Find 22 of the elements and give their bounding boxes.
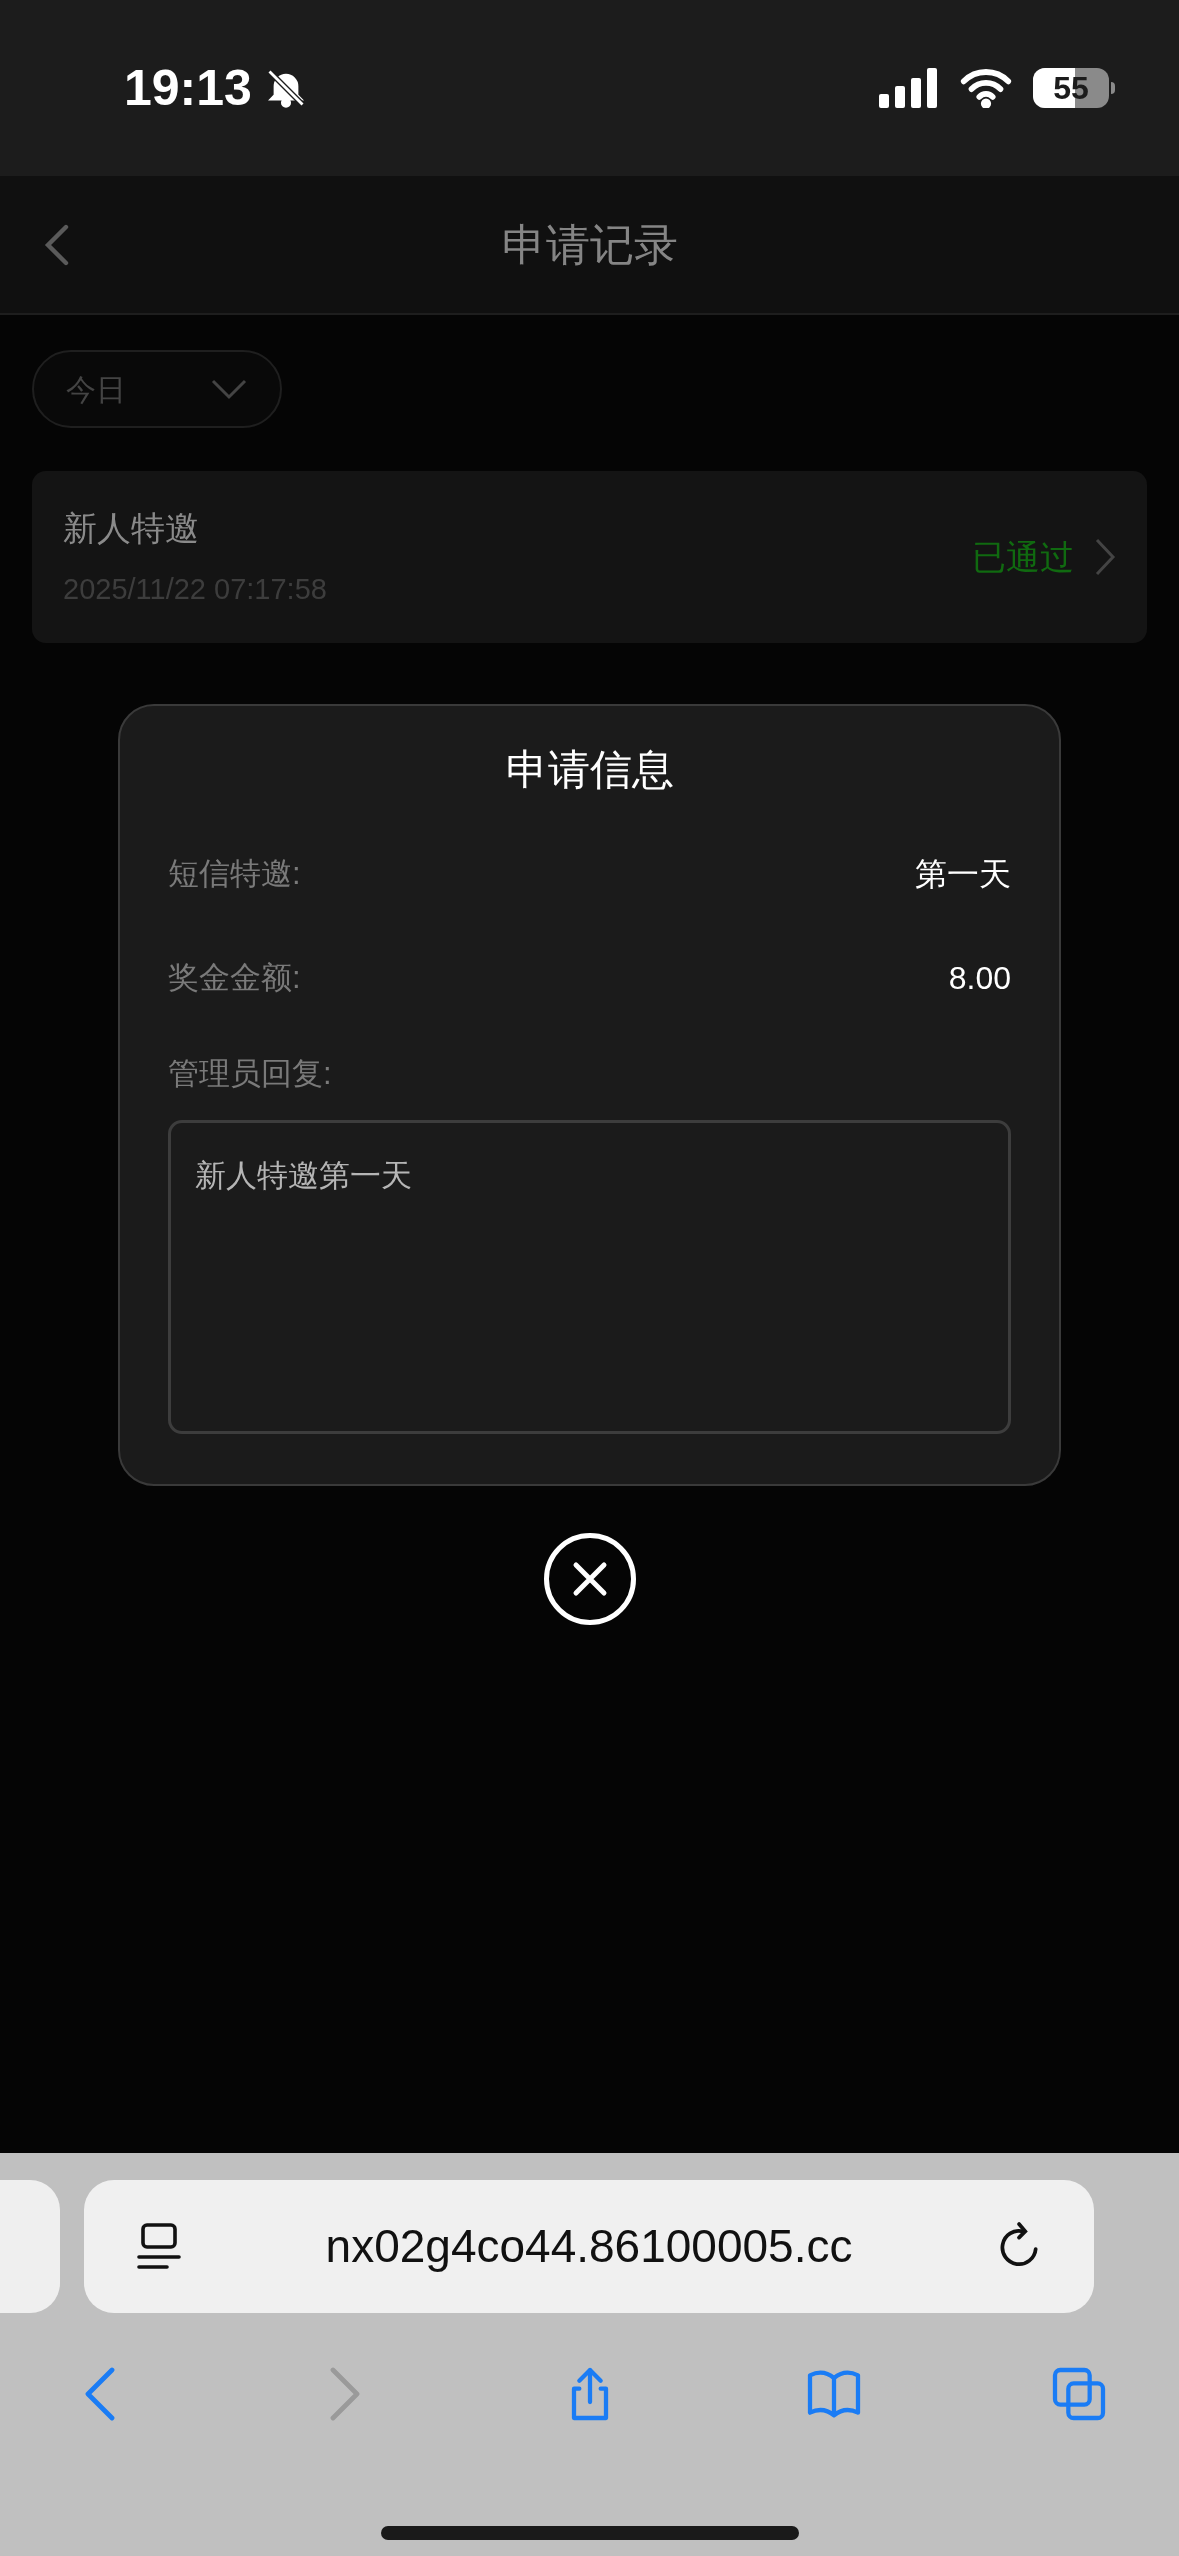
signal-icon <box>879 68 939 108</box>
url-text: nx02g4co44.86100005.cc <box>325 2219 853 2274</box>
reply-textarea[interactable]: 新人特邀第一天 <box>168 1119 1011 1434</box>
field-value: 第一天 <box>915 855 1011 894</box>
record-title: 新人特邀 <box>63 507 200 549</box>
forward-icon <box>329 2367 360 2421</box>
dialog-title: 申请信息 <box>505 745 674 795</box>
record-status: 已通过 <box>972 536 1074 578</box>
status-time: 19:13 <box>124 58 252 118</box>
close-button[interactable] <box>543 1533 636 1625</box>
field-label: 奖金金额: <box>168 958 301 997</box>
chevron-down-icon <box>210 377 248 401</box>
reply-label: 管理员回复: <box>168 1055 333 1093</box>
wifi-icon <box>959 68 1013 108</box>
battery-indicator: 55 <box>1033 68 1115 108</box>
previous-tab-card[interactable] <box>0 2180 60 2313</box>
page-title: 申请记录 <box>501 218 678 271</box>
field-value: 8.00 <box>948 959 1011 998</box>
back-icon <box>85 2367 115 2421</box>
field-label: 短信特邀: <box>168 854 301 893</box>
address-bar[interactable]: nx02g4co44.86100005.cc <box>84 2180 1094 2313</box>
chevron-right-icon <box>1094 537 1116 577</box>
